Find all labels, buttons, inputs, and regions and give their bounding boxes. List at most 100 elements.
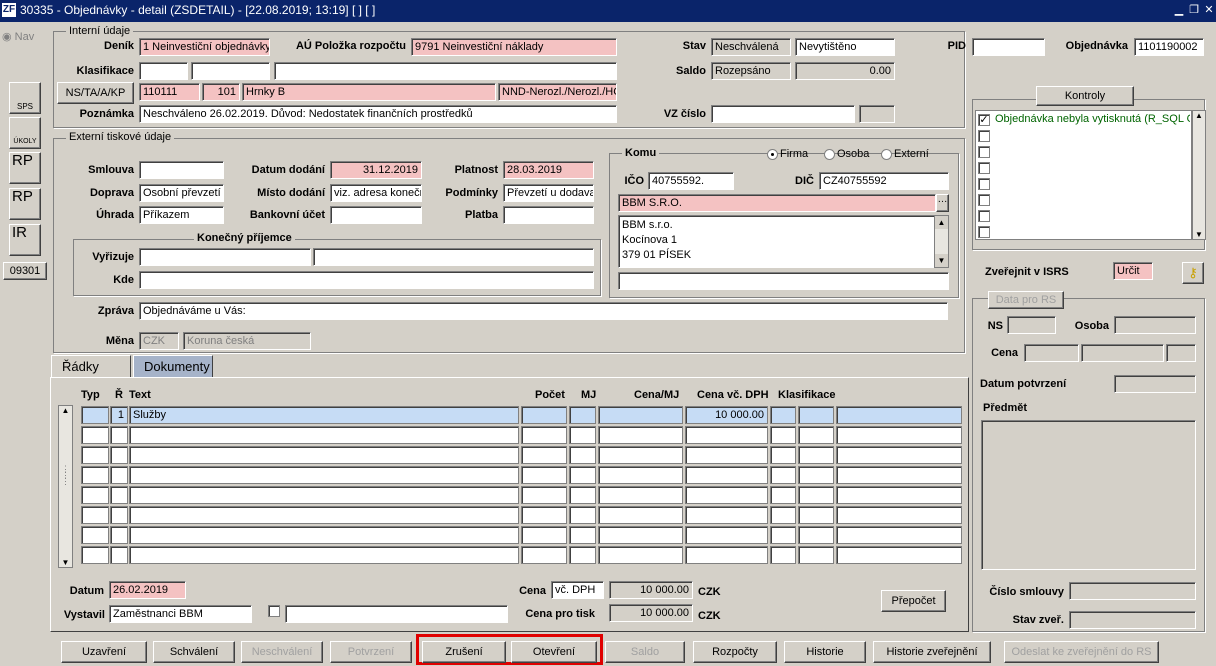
smlouva-field[interactable]: [139, 161, 224, 179]
kontroly-scrollbar[interactable]: ▲ ▼: [1192, 110, 1206, 240]
vz-field-1[interactable]: [711, 105, 855, 123]
table-cell[interactable]: [521, 426, 567, 444]
table-cell[interactable]: [836, 406, 962, 424]
table-cell[interactable]: [521, 446, 567, 464]
datum-dod-field[interactable]: 31.12.2019: [330, 161, 422, 179]
table-cell[interactable]: [521, 406, 567, 424]
kontroly-scroll-down-icon[interactable]: ▼: [1193, 230, 1205, 239]
table-cell[interactable]: [598, 546, 683, 564]
table-cell[interactable]: [770, 426, 796, 444]
table-cell[interactable]: [569, 506, 596, 524]
scroll-up-icon[interactable]: ▲: [935, 216, 948, 229]
ns-field-3[interactable]: Hrnky B: [242, 83, 496, 101]
otevreni-button[interactable]: Otevření: [511, 641, 597, 663]
podminky-field[interactable]: Převzetí u dodava: [503, 184, 594, 202]
table-cell[interactable]: [569, 466, 596, 484]
table-cell[interactable]: [81, 466, 109, 484]
table-cell[interactable]: [81, 446, 109, 464]
table-cell[interactable]: [129, 426, 519, 444]
datum-field[interactable]: 26.02.2019: [109, 581, 186, 599]
historie-zverejneni-button[interactable]: Historie zveřejnění: [873, 641, 991, 663]
ukoly-button[interactable]: ÚKOLY: [9, 117, 41, 149]
table-cell[interactable]: [110, 446, 128, 464]
table-cell[interactable]: [521, 526, 567, 544]
klas-field-2[interactable]: [191, 62, 270, 80]
table-cell[interactable]: [110, 526, 128, 544]
rp-cz-button[interactable]: RP: [9, 152, 41, 184]
radio-osoba[interactable]: [824, 149, 835, 160]
firma-field[interactable]: BBM S.R.O.: [618, 194, 936, 212]
table-cell[interactable]: [798, 546, 834, 564]
platba-field[interactable]: [503, 206, 594, 224]
uhrada-field[interactable]: Příkazem: [139, 206, 224, 224]
tab-radky[interactable]: Řádky: [51, 355, 131, 377]
table-cell[interactable]: [836, 546, 962, 564]
table-cell[interactable]: [798, 526, 834, 544]
table-cell[interactable]: [836, 506, 962, 524]
table-cell[interactable]: [798, 446, 834, 464]
ns-button[interactable]: NS/TA/A/KP: [57, 82, 134, 104]
table-cell[interactable]: [129, 446, 519, 464]
table-cell[interactable]: 10 000.00: [685, 406, 768, 424]
radio-externi[interactable]: [881, 149, 892, 160]
au-field[interactable]: 9791 Neinvestiční náklady: [411, 38, 617, 56]
ns-field-4[interactable]: NND-Nerozl./Nerozl./HČ-: [498, 83, 617, 101]
table-cell[interactable]: [129, 466, 519, 484]
table-cell[interactable]: [110, 546, 128, 564]
table-cell[interactable]: [798, 406, 834, 424]
klas-field-3[interactable]: [274, 62, 617, 80]
table-cell[interactable]: [798, 486, 834, 504]
denik-field[interactable]: 1 Neinvestiční objednávky: [139, 38, 270, 56]
table-cell[interactable]: [598, 446, 683, 464]
restore-icon[interactable]: ❐: [1187, 3, 1201, 17]
kontrola-checkbox-7[interactable]: [978, 210, 990, 222]
kde-field[interactable]: [139, 271, 594, 289]
saldo-button[interactable]: Saldo: [605, 641, 685, 663]
kontroly-list[interactable]: ✓ Objednávka nebyla vytisknutá (R_SQL O: [975, 110, 1192, 240]
table-cell[interactable]: [110, 426, 128, 444]
table-cell[interactable]: [569, 426, 596, 444]
table-cell[interactable]: [598, 526, 683, 544]
kontroly-scroll-up-icon[interactable]: ▲: [1193, 111, 1205, 120]
table-cell[interactable]: [598, 506, 683, 524]
kontrola-checkbox-6[interactable]: [978, 194, 990, 206]
odeslat-rs-button[interactable]: Odeslat ke zveřejnění do RS: [1004, 641, 1159, 663]
table-cell[interactable]: [770, 506, 796, 524]
neschvaleni-button[interactable]: Neschválení: [241, 641, 323, 663]
table-cell[interactable]: [770, 546, 796, 564]
table-cell[interactable]: [770, 486, 796, 504]
cena-typ-field[interactable]: vč. DPH: [551, 581, 604, 599]
grid-scrollbar[interactable]: ▲ ⋮ ⋮ ⋮ ▼: [58, 405, 73, 568]
prepocet-button[interactable]: Přepočet: [881, 590, 946, 612]
table-cell[interactable]: [836, 426, 962, 444]
table-cell[interactable]: [685, 446, 768, 464]
table-cell[interactable]: [770, 406, 796, 424]
address-box[interactable]: BBM s.r.o. Kocínova 1 379 01 PÍSEK: [618, 215, 936, 268]
key-icon[interactable]: ⚷: [1182, 262, 1204, 284]
table-cell[interactable]: [81, 546, 109, 564]
table-cell[interactable]: [836, 446, 962, 464]
grid-scroll-down-icon[interactable]: ▼: [59, 558, 72, 567]
table-cell[interactable]: Služby: [129, 406, 519, 424]
table-cell[interactable]: [110, 506, 128, 524]
table-cell[interactable]: [685, 426, 768, 444]
kontrola-checkbox-1[interactable]: ✓: [978, 114, 990, 126]
table-cell[interactable]: [521, 546, 567, 564]
doprava-field[interactable]: Osobní převzetí: [139, 184, 224, 202]
table-cell[interactable]: [798, 426, 834, 444]
uzavreni-button[interactable]: Uzavření: [61, 641, 147, 663]
potvrzeni-button[interactable]: Potvrzení: [330, 641, 412, 663]
close-icon[interactable]: ✕: [1202, 3, 1216, 17]
ns-field-1[interactable]: 110111: [139, 83, 200, 101]
table-cell[interactable]: [129, 486, 519, 504]
table-cell[interactable]: [81, 406, 109, 424]
table-cell[interactable]: [770, 526, 796, 544]
table-cell[interactable]: [685, 486, 768, 504]
isrs-field[interactable]: Určit: [1113, 262, 1153, 280]
firma-lookup-button[interactable]: …: [936, 194, 949, 212]
schvaleni-button[interactable]: Schválení: [153, 641, 235, 663]
table-cell[interactable]: [685, 526, 768, 544]
kontrola-checkbox-8[interactable]: [978, 226, 990, 238]
kontroly-button[interactable]: Kontroly: [1036, 86, 1134, 106]
table-cell[interactable]: [598, 426, 683, 444]
